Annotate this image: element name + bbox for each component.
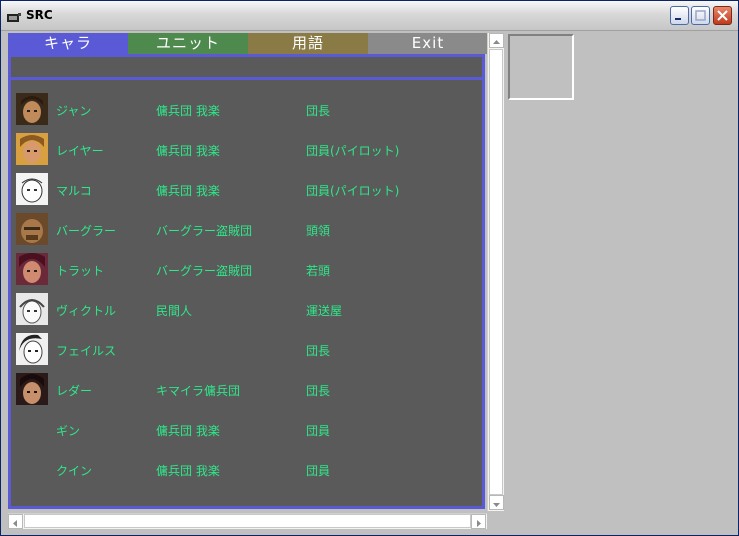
close-icon [717, 10, 728, 21]
tab-unit[interactable]: ユニット [128, 33, 248, 54]
list-item[interactable]: クイン 傭兵団 我楽 団員 [16, 453, 476, 487]
character-role: 団員(パイロット) [306, 184, 400, 198]
horizontal-scrollbar[interactable] [8, 513, 487, 529]
character-name: マルコ [56, 184, 92, 198]
character-group: バーグラー盗賊団 [156, 224, 253, 238]
character-portrait-icon [16, 253, 48, 285]
character-portrait-icon [16, 93, 48, 125]
arrow-up-icon [493, 40, 500, 44]
tab-bar: キャラ ユニット 用語 Exit [8, 33, 488, 54]
list-header-bar [11, 57, 482, 80]
title-bar[interactable]: SRC [1, 1, 738, 31]
character-group: 民間人 [156, 304, 193, 318]
character-name: レイヤー [56, 144, 104, 158]
character-role: 団長 [306, 384, 331, 398]
list-item[interactable]: ヴィクトル 民間人 運送屋 [16, 293, 476, 327]
client-area: キャラ ユニット 用語 Exit ジャン 傭兵団 我楽 団長 レイヤー 傭兵団 … [5, 31, 736, 533]
scroll-left-button[interactable] [8, 514, 23, 529]
character-group: バーグラー盗賊団 [156, 264, 253, 278]
portrait-preview-box [508, 34, 574, 100]
character-name: レダー [56, 384, 93, 398]
character-portrait-icon [16, 173, 48, 205]
minimize-button[interactable] [670, 6, 689, 25]
arrow-down-icon [493, 503, 500, 507]
app-icon [6, 9, 22, 22]
character-group: キマイラ傭兵団 [156, 384, 241, 398]
tab-exit[interactable]: Exit [368, 33, 488, 54]
close-button[interactable] [713, 6, 732, 25]
character-role: 団長 [306, 104, 331, 118]
character-name: バーグラー [56, 224, 117, 238]
maximize-button[interactable] [691, 6, 710, 25]
vertical-scroll-thumb[interactable] [489, 49, 503, 495]
list-item[interactable]: バーグラー バーグラー盗賊団 頭領 [16, 213, 476, 247]
arrow-left-icon [13, 520, 17, 527]
scroll-up-button[interactable] [489, 33, 504, 48]
horizontal-scroll-thumb[interactable] [24, 514, 471, 528]
tab-chara[interactable]: キャラ [8, 33, 128, 54]
character-portrait-icon [16, 333, 48, 365]
vertical-scrollbar[interactable] [487, 33, 504, 511]
minimize-icon [675, 18, 681, 20]
app-window: SRC キャラ ユニット 用語 Exit ジャン 傭兵団 我楽 団長 レイヤー … [0, 0, 739, 536]
tab-term[interactable]: 用語 [248, 33, 368, 54]
list-item[interactable]: トラット バーグラー盗賊団 若頭 [16, 253, 476, 287]
character-portrait-icon [16, 213, 48, 245]
character-portrait-icon [16, 293, 48, 325]
character-group: 傭兵団 我楽 [156, 464, 220, 478]
character-group: 傭兵団 我楽 [156, 104, 220, 118]
character-portrait-icon [16, 373, 48, 405]
character-group: 傭兵団 我楽 [156, 424, 220, 438]
list-item[interactable]: フェイルス 団長 [16, 333, 476, 367]
character-name: ヴィクトル [56, 304, 117, 318]
character-role: 団員 [306, 424, 331, 438]
character-list-panel: ジャン 傭兵団 我楽 団長 レイヤー 傭兵団 我楽 団員(パイロット) マルコ … [8, 54, 485, 509]
character-role: 団員 [306, 464, 331, 478]
character-role: 若頭 [306, 264, 331, 278]
maximize-icon [695, 10, 706, 21]
character-role: 団長 [306, 344, 331, 358]
character-name: フェイルス [56, 344, 117, 358]
arrow-right-icon [477, 520, 481, 527]
character-role: 団員(パイロット) [306, 144, 400, 158]
character-group: 傭兵団 我楽 [156, 144, 220, 158]
character-name: ジャン [56, 104, 92, 118]
list-item[interactable]: レイヤー 傭兵団 我楽 団員(パイロット) [16, 133, 476, 167]
character-name: ギン [56, 424, 81, 438]
list-item[interactable]: ギン 傭兵団 我楽 団員 [16, 413, 476, 447]
character-role: 運送屋 [306, 304, 343, 318]
character-name: クイン [56, 464, 93, 478]
scroll-right-button[interactable] [471, 514, 486, 529]
character-group: 傭兵団 我楽 [156, 184, 220, 198]
list-item[interactable]: マルコ 傭兵団 我楽 団員(パイロット) [16, 173, 476, 207]
window-title: SRC [26, 8, 53, 22]
character-role: 頭領 [306, 224, 331, 238]
list-item[interactable]: レダー キマイラ傭兵団 団長 [16, 373, 476, 407]
character-name: トラット [56, 264, 105, 278]
scroll-down-button[interactable] [489, 495, 504, 510]
character-portrait-icon [16, 133, 48, 165]
list-item[interactable]: ジャン 傭兵団 我楽 団長 [16, 93, 476, 127]
